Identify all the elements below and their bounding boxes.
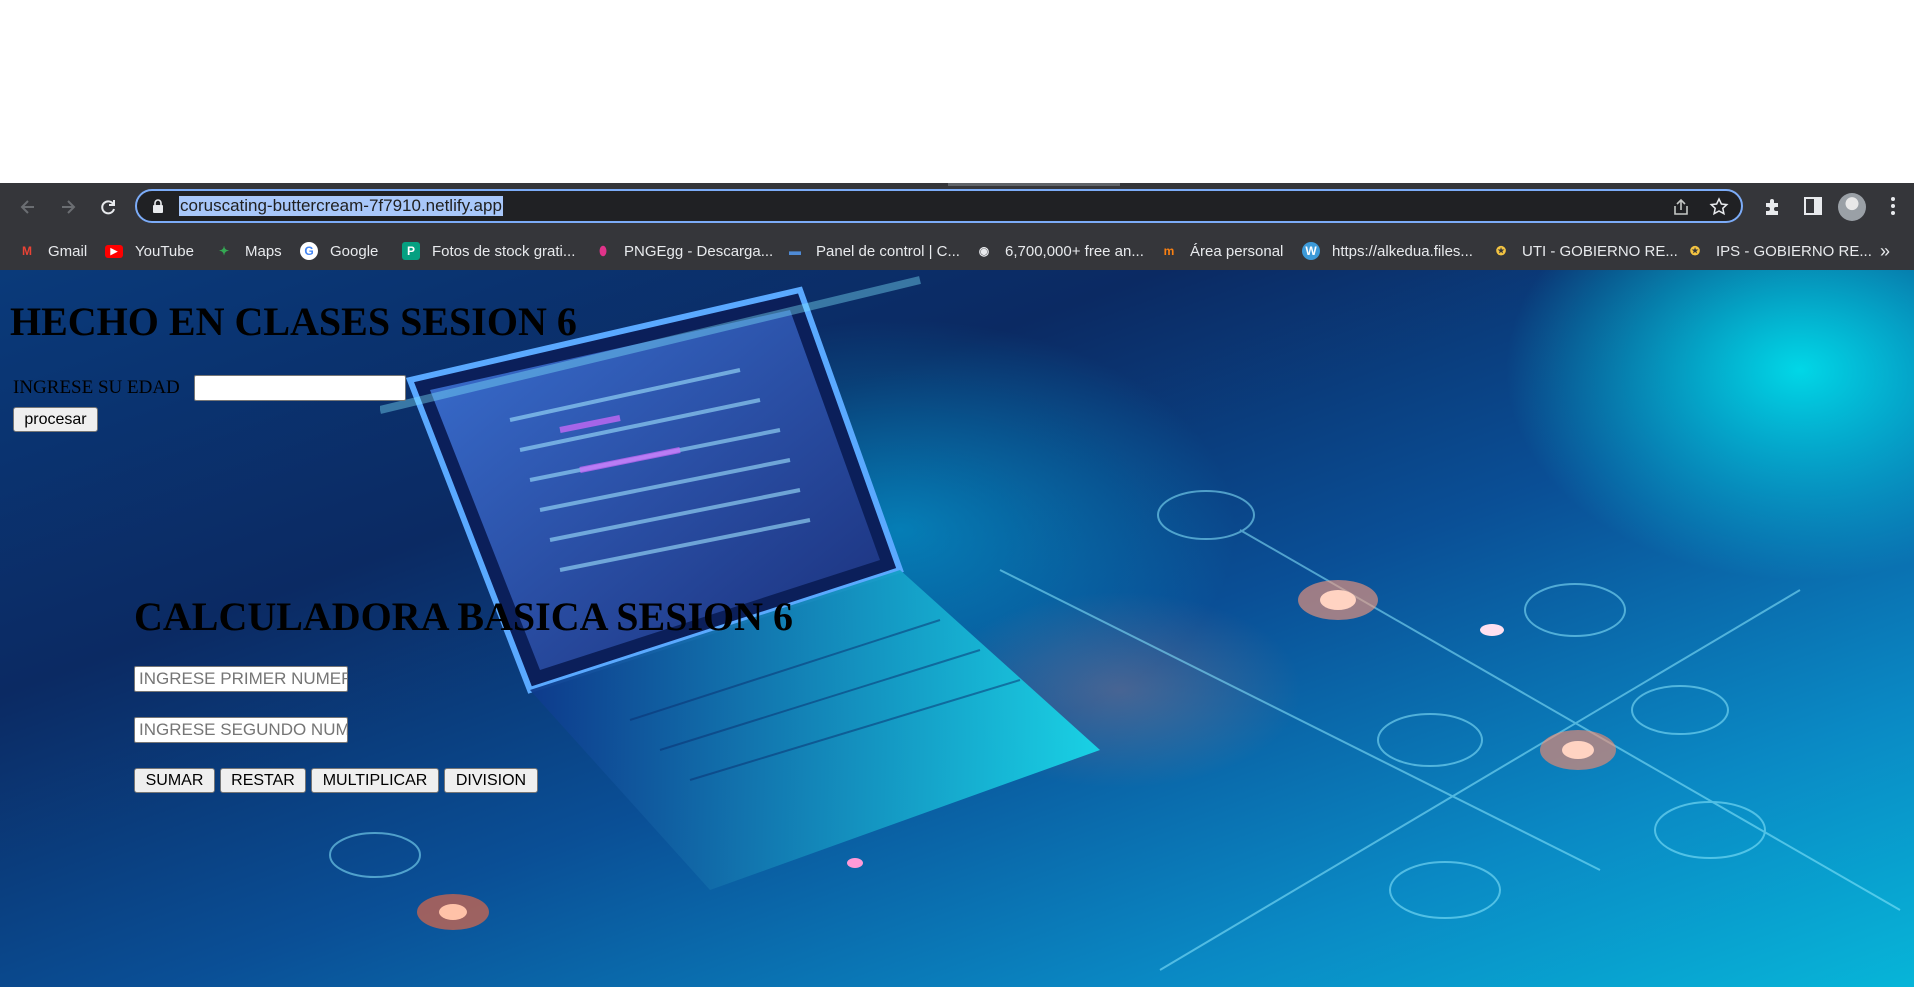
kebab-menu-icon[interactable] xyxy=(1882,195,1904,217)
page-title-session: HECHO EN CLASES SESION 6 xyxy=(10,299,577,344)
bookmark-fotos[interactable]: P Fotos de stock grati... xyxy=(402,241,575,261)
page-content: HECHO EN CLASES SESION 6 INGRESE SU EDAD… xyxy=(0,270,1914,987)
address-bar[interactable]: coruscating-buttercream-7f7910.netlify.a… xyxy=(135,189,1743,223)
panel-icon: ▬ xyxy=(789,244,801,258)
process-button[interactable]: procesar xyxy=(13,407,98,432)
bookmarks-overflow-button[interactable]: » xyxy=(1880,241,1890,262)
google-icon: G xyxy=(300,242,318,260)
bookmark-gmail[interactable]: M Gmail xyxy=(18,241,87,261)
age-label: INGRESE SU EDAD xyxy=(13,377,180,398)
url-text[interactable]: coruscating-buttercream-7f7910.netlify.a… xyxy=(179,196,503,216)
browser-toolbar: coruscating-buttercream-7f7910.netlify.a… xyxy=(0,183,1914,231)
bookmark-free[interactable]: ◉ 6,700,000+ free an... xyxy=(975,241,1144,261)
gov-icon: ✪ xyxy=(1495,244,1507,258)
bookmark-alkedua[interactable]: Whttps://alkedua.files... xyxy=(1302,241,1473,261)
multiply-button[interactable]: MULTIPLICAR xyxy=(311,768,439,793)
bookmark-google[interactable]: G Google xyxy=(300,241,378,261)
browser-chrome: coruscating-buttercream-7f7910.netlify.a… xyxy=(0,183,1914,270)
forward-button[interactable] xyxy=(54,193,82,221)
age-input[interactable] xyxy=(194,375,406,401)
second-number-input[interactable]: INGRESE SEGUNDO NUMERO xyxy=(134,717,348,743)
pexels-icon: P xyxy=(402,242,420,260)
gmail-icon: M xyxy=(22,244,32,258)
wordpress-icon: W xyxy=(1302,242,1320,260)
bookmark-uti[interactable]: ✪ UTI - GOBIERNO RE... xyxy=(1492,241,1678,261)
reload-button[interactable] xyxy=(94,193,122,221)
bookmark-youtube[interactable]: ▶ YouTube xyxy=(105,241,194,261)
bookmark-panel[interactable]: ▬ Panel de control | C... xyxy=(786,241,960,261)
maps-icon: ✦ xyxy=(218,244,230,258)
bookmarks-bar: M Gmail ▶ YouTube ✦ Maps G Google P Fotos de … xyxy=(0,231,1914,270)
first-number-input[interactable]: INGRESE PRIMER NUMERO xyxy=(134,666,348,692)
arrow-left-icon xyxy=(20,200,34,214)
back-button[interactable] xyxy=(14,193,42,221)
arrow-right-icon xyxy=(62,200,76,214)
free-icon: ◉ xyxy=(978,244,990,258)
youtube-icon: ▶ xyxy=(105,244,123,258)
gov-icon: ✪ xyxy=(1689,244,1701,258)
star-icon[interactable] xyxy=(1709,197,1729,217)
blank-area xyxy=(0,0,1914,183)
reload-icon xyxy=(101,200,115,215)
pngegg-icon: ⬮ xyxy=(599,243,607,258)
extensions-icon[interactable] xyxy=(1762,195,1784,217)
bookmark-ips[interactable]: ✪ IPS - GOBIERNO RE... xyxy=(1686,241,1872,261)
moodle-icon: m xyxy=(1163,244,1175,258)
bookmark-maps[interactable]: ✦ Maps xyxy=(215,241,282,261)
side-panel-icon[interactable] xyxy=(1802,195,1824,217)
lock-icon xyxy=(153,199,163,213)
share-icon[interactable] xyxy=(1671,197,1691,217)
profile-avatar[interactable] xyxy=(1838,193,1866,221)
calculator-title: CALCULADORA BASICA SESION 6 xyxy=(134,594,794,639)
bookmark-area-personal[interactable]: m Área personal xyxy=(1160,241,1284,261)
subtract-button[interactable]: RESTAR xyxy=(220,768,306,793)
divide-button[interactable]: DIVISION xyxy=(444,768,538,793)
bookmark-pngegg[interactable]: ⬮ PNGEgg - Descarga... xyxy=(594,241,773,261)
add-button[interactable]: SUMAR xyxy=(134,768,215,793)
